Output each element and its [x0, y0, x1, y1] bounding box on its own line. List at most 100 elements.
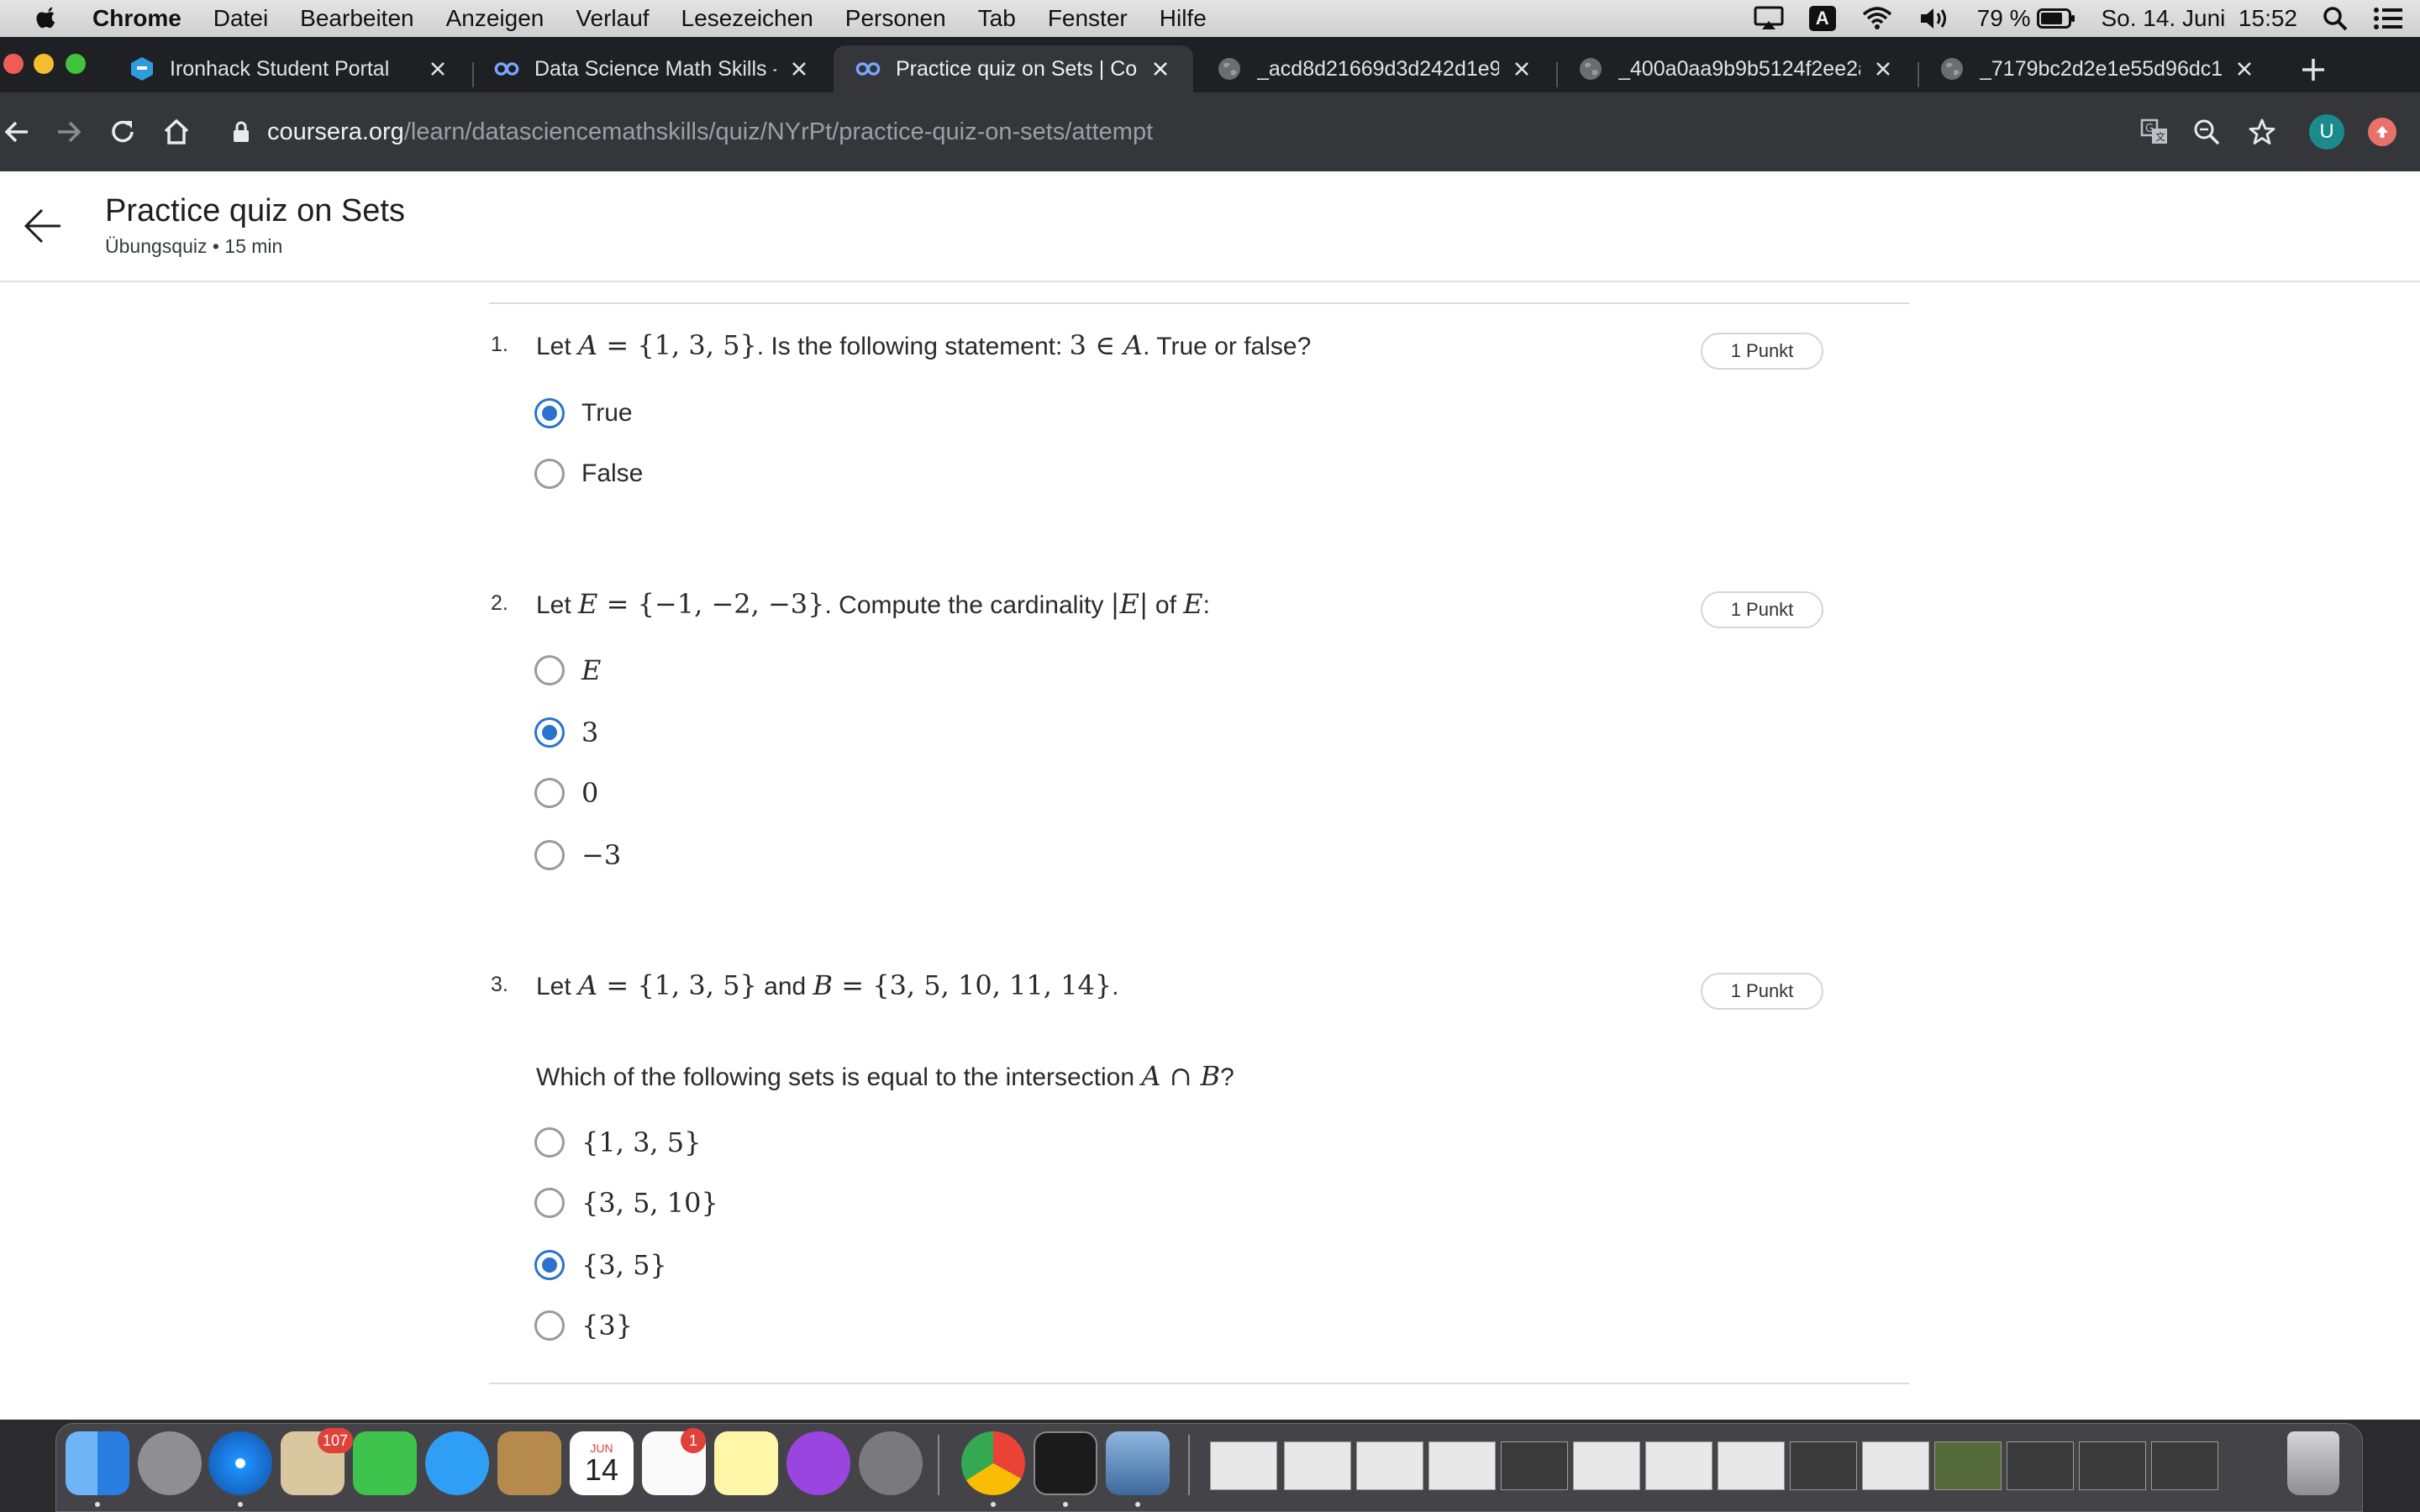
radio-button[interactable] — [534, 717, 565, 748]
minimized-window-thumbnail[interactable] — [2007, 1441, 2074, 1490]
tab-acd8d21669[interactable]: _acd8d21669d3d242d1e9 — [1195, 45, 1555, 92]
translate-icon[interactable]: G文 — [2138, 115, 2171, 149]
menu-hilfe[interactable]: Hilfe — [1160, 5, 1207, 32]
trash-icon[interactable] — [2287, 1431, 2339, 1495]
close-tab-icon[interactable] — [1872, 58, 1894, 80]
answer-option[interactable]: True — [534, 395, 633, 432]
answer-option[interactable]: E — [534, 652, 601, 689]
window-minimize-button[interactable] — [34, 54, 54, 74]
minimized-window-thumbnail[interactable] — [1862, 1441, 1929, 1490]
bookmark-star-icon[interactable] — [2245, 115, 2279, 149]
answer-option[interactable]: {3, 5, 10} — [534, 1184, 718, 1221]
menu-clock[interactable]: So. 14. Juni 15:52 — [2101, 5, 2297, 32]
minimized-window-thumbnail[interactable] — [1284, 1441, 1351, 1490]
menu-datei[interactable]: Datei — [213, 5, 268, 32]
safari-icon[interactable] — [208, 1431, 272, 1495]
home-button[interactable] — [160, 115, 193, 149]
system-preferences-icon[interactable] — [859, 1431, 923, 1495]
close-tab-icon[interactable] — [2233, 58, 2255, 80]
finder-icon[interactable] — [66, 1431, 129, 1495]
answer-option[interactable]: {3, 5} — [534, 1247, 667, 1284]
minimized-window-thumbnail[interactable] — [1790, 1441, 1857, 1490]
facetime-icon[interactable] — [353, 1431, 417, 1495]
close-tab-icon[interactable] — [1150, 58, 1171, 80]
minimized-window-thumbnail[interactable] — [1428, 1441, 1496, 1490]
airplay-icon[interactable] — [1754, 6, 1784, 31]
chrome-icon[interactable] — [961, 1431, 1025, 1495]
option-label: False — [581, 459, 644, 487]
volume-icon[interactable] — [1918, 6, 1952, 31]
window-zoom-button[interactable] — [66, 54, 86, 74]
profile-avatar[interactable]: U — [2309, 114, 2344, 150]
update-arrow-icon[interactable] — [2368, 118, 2396, 146]
minimized-window-thumbnail[interactable] — [1356, 1441, 1423, 1490]
radio-button[interactable] — [534, 778, 565, 808]
wifi-icon[interactable] — [1861, 6, 1893, 31]
minimized-window-thumbnail[interactable] — [1573, 1441, 1640, 1490]
menu-anzeigen[interactable]: Anzeigen — [446, 5, 544, 32]
reload-button[interactable] — [106, 115, 139, 149]
radio-button[interactable] — [534, 1127, 565, 1158]
preview-icon[interactable] — [1106, 1431, 1170, 1495]
answer-option[interactable]: 3 — [534, 714, 598, 751]
podcasts-icon[interactable] — [786, 1431, 850, 1495]
input-source-icon[interactable]: A — [1808, 6, 1836, 31]
coursera-icon — [855, 56, 881, 81]
menu-verlauf[interactable]: Verlauf — [576, 5, 649, 32]
minimized-window-thumbnail[interactable] — [1934, 1441, 2002, 1490]
contacts-icon[interactable] — [497, 1431, 561, 1495]
menu-app-name[interactable]: Chrome — [92, 5, 182, 32]
page-subtitle: Übungsquiz • 15 min — [105, 235, 283, 257]
messages-icon[interactable] — [425, 1431, 489, 1495]
tab-data-science-math-skills[interactable]: Data Science Math Skills - — [472, 45, 832, 92]
radio-button[interactable] — [534, 1250, 565, 1280]
answer-option[interactable]: False — [534, 455, 643, 492]
tab-ironhack[interactable]: Ironhack Student Portal — [108, 45, 471, 92]
zoom-icon[interactable] — [2190, 115, 2223, 149]
answer-option[interactable]: {1, 3, 5} — [534, 1124, 701, 1161]
terminal-icon[interactable] — [1034, 1431, 1097, 1495]
back-nav-button[interactable] — [0, 115, 34, 149]
launchpad-icon[interactable] — [138, 1431, 202, 1495]
menu-fenster[interactable]: Fenster — [1048, 5, 1128, 32]
browser-tab-strip: Ironhack Student Portal Data Science Mat… — [0, 37, 2420, 92]
radio-button[interactable] — [534, 459, 565, 489]
new-tab-button[interactable] — [2299, 55, 2328, 84]
calendar-icon[interactable]: JUN 14 — [570, 1431, 634, 1495]
address-bar[interactable]: coursera.org/learn/datasciencemathskills… — [215, 108, 2114, 156]
radio-button[interactable] — [534, 1310, 565, 1341]
menu-lesezeichen[interactable]: Lesezeichen — [681, 5, 813, 32]
tab-practice-quiz-on-sets[interactable]: Practice quiz on Sets | Cou — [834, 45, 1193, 92]
close-tab-icon[interactable] — [1511, 58, 1533, 80]
minimized-window-thumbnail[interactable] — [1501, 1441, 1568, 1490]
battery-status[interactable]: 79 % — [1977, 5, 2076, 32]
notification-center-icon[interactable] — [2373, 6, 2403, 31]
spotlight-search-icon[interactable] — [2323, 6, 2348, 31]
minimized-window-thumbnail[interactable] — [1210, 1441, 1277, 1490]
menu-bearbeiten[interactable]: Bearbeiten — [300, 5, 413, 32]
option-label: {3, 5} — [581, 1249, 667, 1281]
radio-button[interactable] — [534, 398, 565, 428]
math-expression: ∩ — [1160, 1060, 1201, 1092]
radio-button[interactable] — [534, 840, 565, 870]
menu-personen[interactable]: Personen — [845, 5, 946, 32]
tab-7179bc2d2e[interactable]: _7179bc2d2e1e55d96dc1 — [1918, 45, 2277, 92]
minimized-window-thumbnail[interactable] — [2079, 1441, 2146, 1490]
answer-option[interactable]: 0 — [534, 774, 598, 811]
minimized-window-thumbnail[interactable] — [1645, 1441, 1712, 1490]
tab-400a0aa9b9[interactable]: _400a0aa9b9b5124f2ee2a — [1556, 45, 1916, 92]
menu-tab[interactable]: Tab — [978, 5, 1016, 32]
close-tab-icon[interactable] — [788, 58, 810, 80]
back-arrow-icon[interactable] — [22, 205, 64, 247]
radio-button[interactable] — [534, 655, 565, 685]
minimized-window-thumbnail[interactable] — [1718, 1441, 1785, 1490]
radio-button[interactable] — [534, 1188, 565, 1218]
forward-nav-button[interactable] — [52, 115, 86, 149]
window-close-button[interactable] — [3, 54, 24, 74]
close-tab-icon[interactable] — [427, 58, 449, 80]
minimized-window-thumbnail[interactable] — [2151, 1441, 2218, 1490]
answer-option[interactable]: −3 — [534, 837, 621, 874]
notes-icon[interactable] — [714, 1431, 778, 1495]
answer-option[interactable]: {3} — [534, 1307, 633, 1344]
apple-menu-icon[interactable] — [0, 5, 92, 32]
